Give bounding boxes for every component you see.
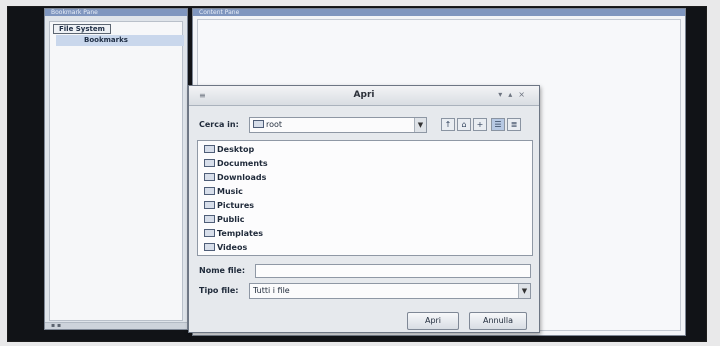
file-type-value: Tutti i file	[253, 286, 290, 295]
details-view-icon[interactable]: ≣	[507, 118, 521, 131]
list-item[interactable]: Music	[204, 185, 243, 198]
content-window-title: Content Pane	[193, 9, 685, 16]
bookmark-window-title: Bookmark Pane	[45, 9, 187, 16]
open-button[interactable]: Apri	[407, 312, 459, 330]
list-item[interactable]: Public	[204, 213, 245, 226]
new-folder-icon[interactable]: +	[473, 118, 487, 131]
list-item[interactable]: Downloads	[204, 171, 266, 184]
bookmark-tree: File System Bookmarks	[49, 21, 184, 321]
look-in-value: root	[266, 120, 283, 129]
dialog-titlebar: ≡ Apri ▾▴×	[189, 86, 539, 106]
up-folder-icon[interactable]: ↑	[441, 118, 455, 131]
dialog-title: Apri	[353, 90, 375, 100]
file-list[interactable]: Desktop Documents Downloads Music Pictur…	[197, 140, 533, 256]
chevron-down-icon[interactable]: ▼	[518, 284, 530, 298]
list-item[interactable]: Pictures	[204, 199, 254, 212]
home-icon[interactable]: ⌂	[457, 118, 471, 131]
list-item[interactable]: Templates	[204, 227, 263, 240]
resize-grip-icon: ▪ ▪	[51, 322, 62, 329]
file-name-label: Nome file:	[199, 266, 246, 275]
tree-root-file-system[interactable]: File System	[53, 24, 111, 34]
file-type-label: Tipo file:	[199, 286, 239, 295]
folder-icon	[204, 145, 215, 153]
folder-icon	[204, 229, 215, 237]
list-item[interactable]: Videos	[204, 241, 247, 254]
folder-icon	[253, 120, 264, 128]
folder-icon	[204, 173, 215, 181]
list-item[interactable]: Documents	[204, 157, 268, 170]
folder-icon	[204, 201, 215, 209]
folder-icon	[204, 159, 215, 167]
bookmark-pane-window: Bookmark Pane File System Bookmarks ▪ ▪	[44, 8, 188, 330]
cancel-button[interactable]: Annulla	[469, 312, 527, 330]
list-view-icon[interactable]: ☰	[491, 118, 505, 131]
file-name-input[interactable]	[255, 264, 531, 278]
bookmark-statusbar: ▪ ▪	[45, 322, 187, 329]
open-file-dialog: ≡ Apri ▾▴× Cerca in: root ▼ ↑ ⌂ + ☰ ≣ De…	[188, 85, 540, 333]
folder-icon	[204, 243, 215, 251]
tree-item-bookmarks[interactable]: Bookmarks	[56, 35, 184, 46]
file-type-combo[interactable]: Tutti i file ▼	[249, 283, 531, 299]
chevron-down-icon[interactable]: ▼	[414, 118, 426, 132]
list-item[interactable]: Desktop	[204, 143, 254, 156]
folder-icon	[204, 215, 215, 223]
folder-icon	[204, 187, 215, 195]
window-controls[interactable]: ▾▴×	[498, 90, 531, 99]
look-in-label: Cerca in:	[199, 120, 239, 129]
look-in-combo[interactable]: root ▼	[249, 117, 427, 133]
